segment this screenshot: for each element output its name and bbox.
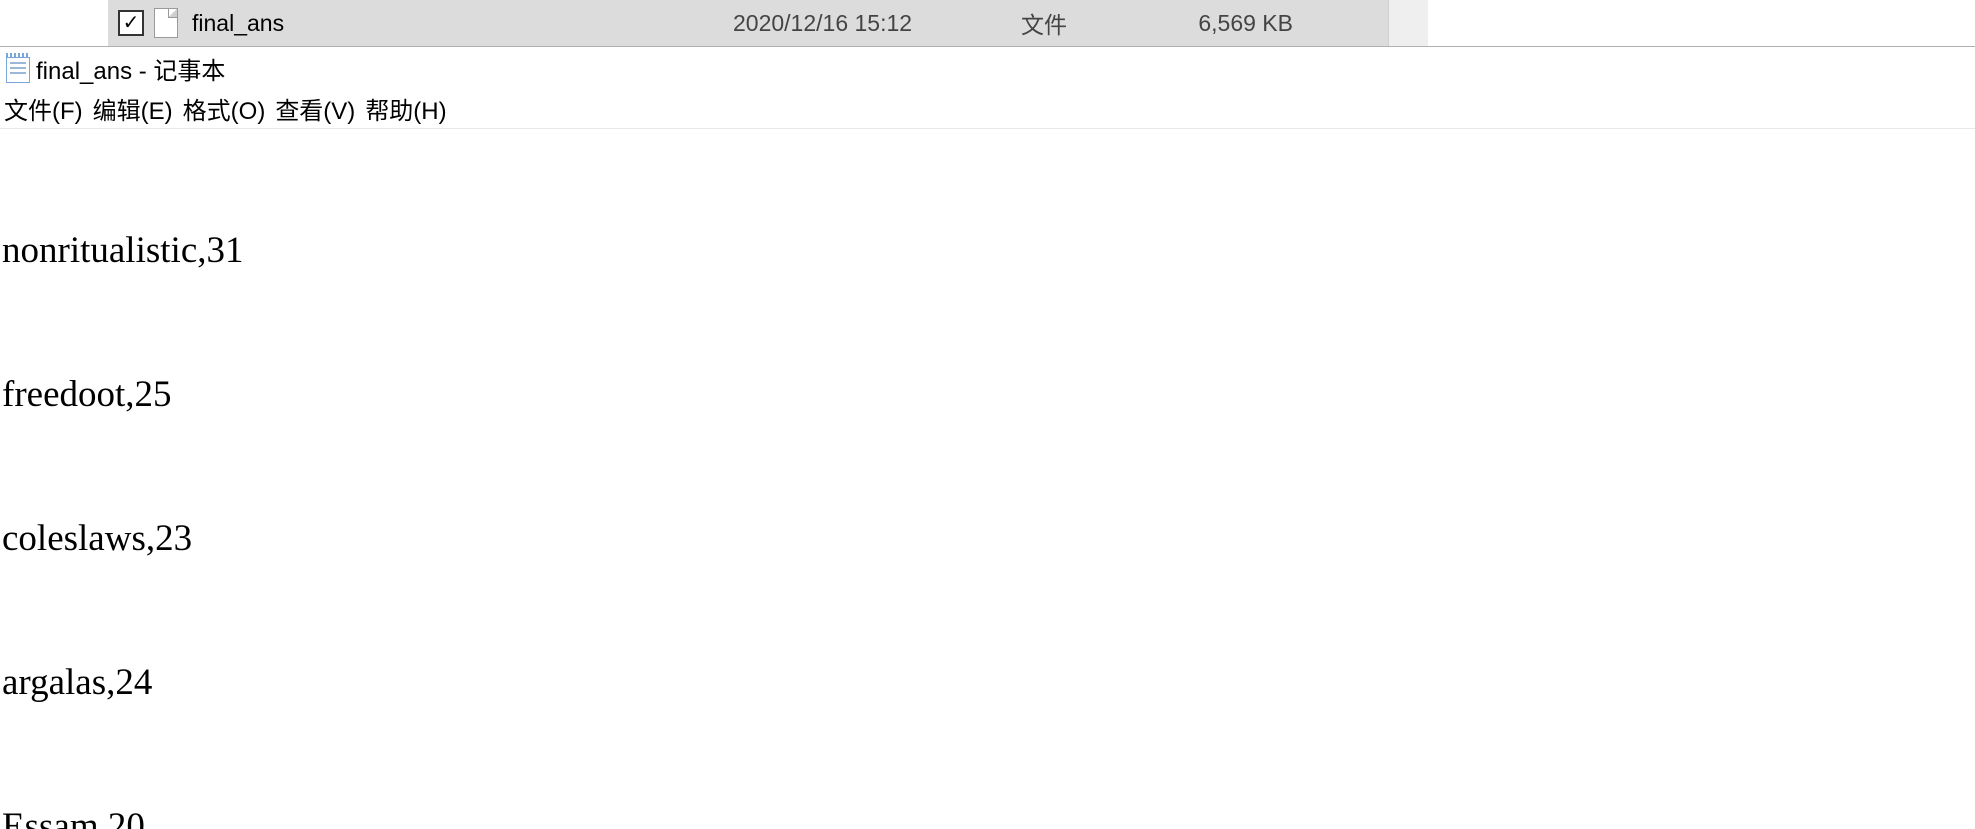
file-size: 6,569 KB	[1193, 10, 1293, 37]
text-line: freedoot,25	[2, 371, 1973, 419]
explorer-strip: ✓ final_ans 2020/12/16 15:12 文件 6,569 KB	[0, 0, 1975, 47]
file-row-checkbox[interactable]: ✓	[118, 10, 144, 36]
explorer-scrollbar[interactable]	[1388, 0, 1428, 46]
menu-file[interactable]: 文件(F)	[2, 87, 91, 130]
file-type: 文件	[1021, 6, 1067, 40]
notepad-menubar: 文件(F) 编辑(E) 格式(O) 查看(V) 帮助(H)	[0, 89, 1975, 129]
text-line: Essam,20	[2, 803, 1973, 829]
text-line: nonritualistic,31	[2, 227, 1973, 275]
notepad-app-icon	[6, 53, 30, 83]
menu-view[interactable]: 查看(V)	[273, 87, 363, 130]
file-icon	[154, 8, 178, 38]
notepad-text-area[interactable]: nonritualistic,31 freedoot,25 coleslaws,…	[0, 129, 1975, 829]
menu-format[interactable]: 格式(O)	[181, 87, 274, 130]
explorer-far-right	[1428, 0, 1975, 46]
explorer-left-gutter	[0, 0, 108, 46]
notepad-window: final_ans - 记事本 文件(F) 编辑(E) 格式(O) 查看(V) …	[0, 47, 1975, 829]
notepad-title-text: final_ans - 记事本	[36, 51, 225, 86]
menu-edit[interactable]: 编辑(E)	[91, 87, 181, 130]
file-row[interactable]: ✓ final_ans 2020/12/16 15:12 文件 6,569 KB	[108, 0, 1388, 46]
menu-help[interactable]: 帮助(H)	[363, 87, 454, 130]
text-line: coleslaws,23	[2, 515, 1973, 563]
file-date: 2020/12/16 15:12	[733, 10, 912, 37]
notepad-titlebar[interactable]: final_ans - 记事本	[0, 47, 1975, 89]
text-line: argalas,24	[2, 659, 1973, 707]
file-name: final_ans	[192, 10, 284, 37]
